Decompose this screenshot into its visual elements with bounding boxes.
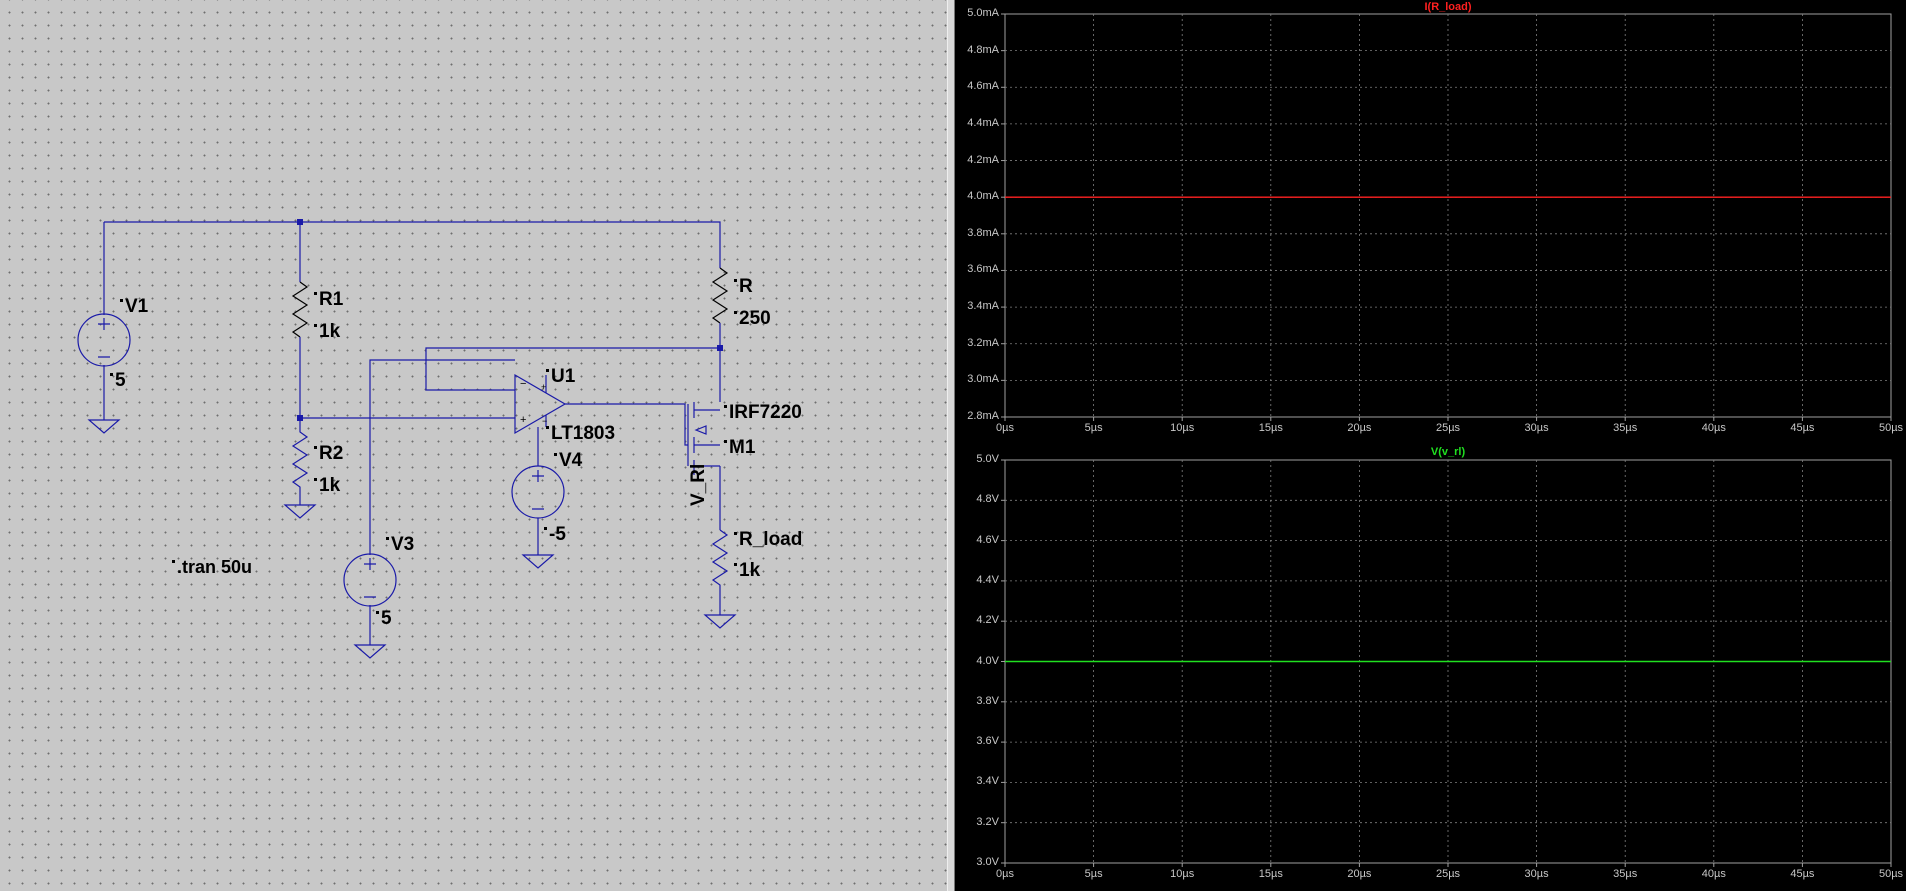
schematic-editor[interactable]: − + + − V1 5 R1 1k R2 1k U1 LT1803 V4 -5… bbox=[0, 0, 947, 891]
x-tick-label: 50µs bbox=[1878, 422, 1904, 434]
x-tick-label: 45µs bbox=[1790, 868, 1815, 880]
y-tick-label: 3.6mA bbox=[967, 263, 999, 276]
x-tick-label: 50µs bbox=[1878, 868, 1904, 880]
y-tick-label: 3.2V bbox=[976, 815, 999, 828]
r-value[interactable]: 250 bbox=[734, 309, 771, 328]
trace-label-i-rload[interactable]: I(R_load) bbox=[1005, 1, 1891, 13]
y-tick-label: 3.8mA bbox=[967, 226, 999, 239]
y-tick-label: 3.6V bbox=[976, 735, 999, 748]
y-tick-label: 3.2mA bbox=[967, 336, 999, 349]
u1-name[interactable]: U1 bbox=[546, 367, 575, 386]
x-tick-label: 40µs bbox=[1701, 422, 1726, 434]
x-tick-label: 10µs bbox=[1170, 868, 1195, 880]
y-tick-label: 4.8V bbox=[976, 493, 999, 506]
x-tick-label: 25µs bbox=[1435, 422, 1461, 434]
v1-value[interactable]: 5 bbox=[110, 371, 126, 390]
y-tick-label: 3.4V bbox=[976, 775, 999, 788]
y-tick-label: 5.0mA bbox=[967, 7, 999, 19]
x-tick-label: 35µs bbox=[1613, 422, 1638, 434]
r-name[interactable]: R bbox=[734, 277, 753, 296]
y-tick-label: 4.4V bbox=[976, 573, 999, 586]
y-tick-label: 4.0mA bbox=[967, 190, 999, 203]
net-label-vrl[interactable]: V_Rl bbox=[688, 464, 709, 506]
x-tick-label: 40µs bbox=[1701, 868, 1726, 880]
r2-name[interactable]: R2 bbox=[314, 444, 343, 463]
r1-name[interactable]: R1 bbox=[314, 290, 343, 309]
m1-name[interactable]: M1 bbox=[724, 438, 755, 457]
y-tick-label: 4.6mA bbox=[967, 80, 999, 93]
v1-name[interactable]: V1 bbox=[120, 297, 148, 316]
spice-directive[interactable]: .tran 50u bbox=[172, 558, 252, 576]
y-tick-label: 3.0mA bbox=[967, 373, 999, 386]
v4-value[interactable]: -5 bbox=[544, 525, 566, 544]
y-tick-label: 4.8mA bbox=[967, 43, 999, 56]
u1-value[interactable]: LT1803 bbox=[546, 424, 615, 443]
x-tick-label: 35µs bbox=[1613, 868, 1638, 880]
x-tick-label: 25µs bbox=[1435, 868, 1461, 880]
y-tick-label: 4.2V bbox=[976, 614, 999, 627]
x-tick-label: 0µs bbox=[996, 868, 1014, 880]
x-tick-label: 45µs bbox=[1790, 422, 1815, 434]
plot-pane-voltage[interactable] bbox=[955, 445, 1906, 891]
y-tick-label: 4.0V bbox=[976, 654, 999, 667]
rload-value[interactable]: 1k bbox=[734, 561, 760, 580]
rload-name[interactable]: R_load bbox=[734, 530, 802, 549]
y-tick-label: 3.8V bbox=[976, 694, 999, 707]
r1-value[interactable]: 1k bbox=[314, 322, 340, 341]
x-tick-label: 0µs bbox=[996, 422, 1014, 434]
trace-label-v-vrl[interactable]: V(v_rl) bbox=[1005, 446, 1891, 458]
x-tick-label: 30µs bbox=[1524, 868, 1549, 880]
y-tick-label: 3.0V bbox=[976, 856, 999, 868]
plot-pane-current[interactable] bbox=[955, 0, 1906, 445]
x-tick-label: 5µs bbox=[1084, 868, 1103, 880]
x-tick-label: 20µs bbox=[1347, 868, 1372, 880]
y-tick-label: 4.4mA bbox=[967, 116, 999, 129]
x-tick-label: 10µs bbox=[1170, 422, 1195, 434]
opamp-plus-pin: + bbox=[520, 414, 526, 426]
v3-name[interactable]: V3 bbox=[386, 535, 414, 554]
x-tick-label: 15µs bbox=[1258, 868, 1283, 880]
x-tick-label: 5µs bbox=[1084, 422, 1103, 434]
y-tick-label: 5.0V bbox=[976, 453, 999, 465]
y-tick-label: 2.8mA bbox=[967, 410, 999, 422]
y-tick-label: 3.4mA bbox=[967, 300, 999, 313]
y-tick-label: 4.6V bbox=[976, 533, 999, 546]
v3-value[interactable]: 5 bbox=[376, 609, 392, 628]
schematic-wires: − + + − bbox=[77, 219, 737, 659]
waveform-viewer[interactable]: I(R_load) V(v_rl) 5.0mA 4.8mA 4.6mA 4.4mA 4.… bbox=[955, 0, 1906, 891]
r2-value[interactable]: 1k bbox=[314, 476, 340, 495]
y-tick-label: 4.2mA bbox=[967, 153, 999, 166]
x-tick-label: 30µs bbox=[1524, 422, 1549, 434]
v4-name[interactable]: V4 bbox=[554, 451, 582, 470]
x-tick-label: 15µs bbox=[1258, 422, 1283, 434]
pane-splitter[interactable] bbox=[947, 0, 955, 891]
opamp-minus-pin: − bbox=[520, 378, 526, 390]
m1-value[interactable]: IRF7220 bbox=[724, 403, 802, 422]
x-tick-label: 20µs bbox=[1347, 422, 1372, 434]
